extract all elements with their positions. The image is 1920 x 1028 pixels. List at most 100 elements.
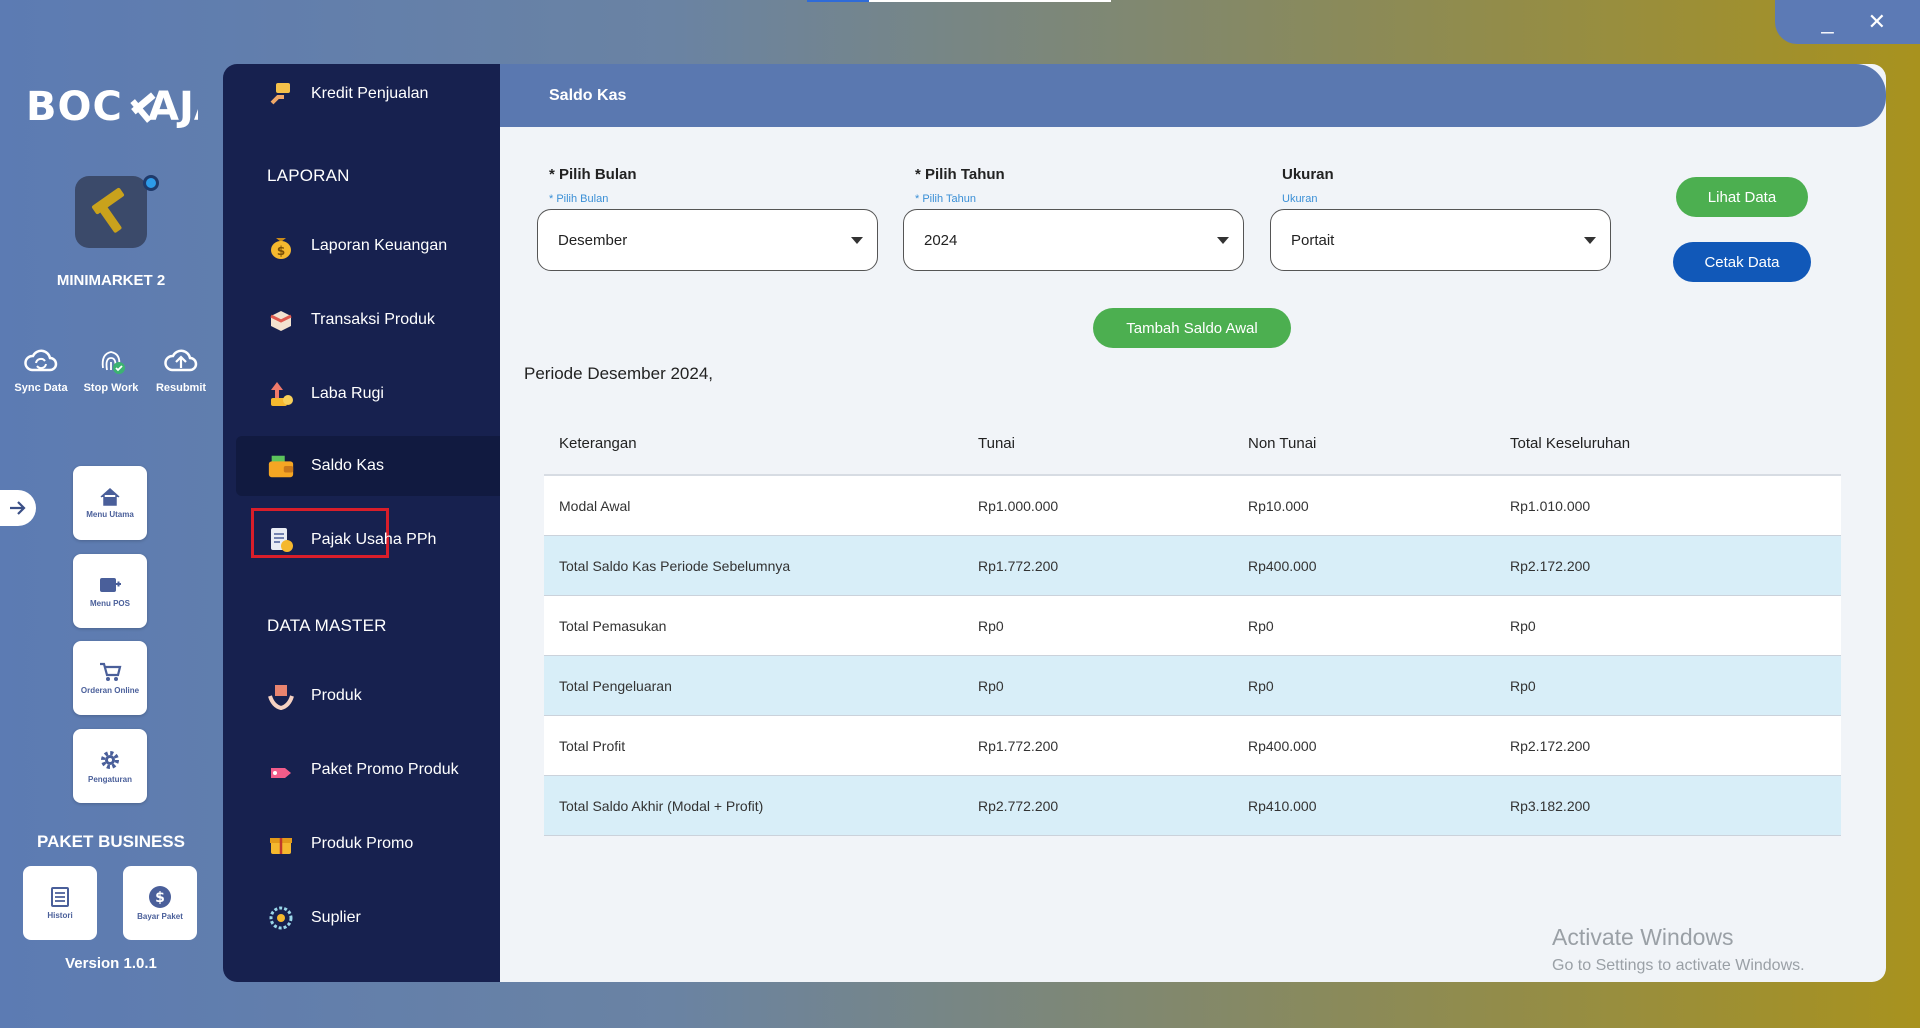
- sidebar-item-suplier[interactable]: Suplier: [223, 888, 500, 948]
- expand-rail-button[interactable]: [0, 490, 36, 526]
- cell-tunai: Rp2.772.200: [978, 797, 1059, 814]
- ukuran-hint: Ukuran: [1282, 193, 1318, 205]
- close-button[interactable]: ✕: [1868, 11, 1886, 33]
- sidebar-item-label: Pajak Usaha PPh: [311, 531, 437, 548]
- sidebar-item-label: Transaksi Produk: [311, 311, 435, 328]
- periode-text: Periode Desember 2024,: [524, 364, 714, 383]
- sidebar-item-pajak-usaha[interactable]: Pajak Usaha PPh: [223, 510, 500, 570]
- cell-non-tunai: Rp0: [1248, 677, 1274, 694]
- tahun-hint: * Pilih Tahun: [915, 193, 976, 205]
- rail-actions: Sync Data Stop Work Resubmit: [0, 344, 222, 394]
- cell-tunai: Rp0: [978, 617, 1004, 634]
- section-laporan: LAPORAN: [267, 166, 350, 185]
- loading-indicator: [807, 0, 1111, 2]
- menu-pos-tile[interactable]: Menu POS: [73, 554, 147, 628]
- table-row: Total Saldo Akhir (Modal + Profit) Rp2.7…: [544, 776, 1841, 836]
- sidebar: Kredit Penjualan LAPORAN $ Laporan Keuan…: [223, 64, 500, 982]
- orderan-online-label: Orderan Online: [80, 686, 140, 695]
- sidebar-item-saldo-kas[interactable]: Saldo Kas: [236, 436, 500, 496]
- cell-keterangan: Modal Awal: [559, 497, 631, 514]
- brand-logo: BOC AJA: [26, 84, 198, 130]
- paket-title: PAKET BUSINESS: [37, 832, 185, 851]
- window-controls: _ ✕: [1775, 0, 1920, 44]
- table-row: Total Profit Rp1.772.200 Rp400.000 Rp2.1…: [544, 716, 1841, 776]
- sync-data-button[interactable]: Sync Data: [6, 344, 76, 394]
- histori-label: Histori: [47, 911, 73, 920]
- tambah-saldo-awal-button[interactable]: Tambah Saldo Awal: [1093, 308, 1291, 348]
- sidebar-item-kredit-penjualan[interactable]: Kredit Penjualan: [223, 64, 500, 124]
- cell-total: Rp0: [1510, 617, 1536, 634]
- card-hand-icon: [267, 80, 295, 108]
- tahun-label: * Pilih Tahun: [915, 166, 1005, 183]
- cell-non-tunai: Rp0: [1248, 617, 1274, 634]
- bulan-label: * Pilih Bulan: [549, 166, 637, 183]
- header-keterangan: Keterangan: [559, 434, 637, 452]
- cell-keterangan: Total Saldo Kas Periode Sebelumnya: [559, 557, 791, 574]
- sidebar-item-label: Paket Promo Produk: [311, 761, 459, 778]
- sidebar-item-label: Laba Rugi: [311, 385, 384, 402]
- svg-text:$: $: [277, 244, 285, 258]
- menu-utama-tile[interactable]: Menu Utama: [73, 466, 147, 540]
- resubmit-label: Resubmit: [155, 382, 207, 394]
- home-icon: [100, 487, 120, 506]
- money-bag-icon: $: [267, 232, 295, 260]
- sidebar-item-laporan-keuangan[interactable]: $ Laporan Keuangan: [223, 216, 500, 276]
- ukuran-value: Portait: [1291, 231, 1335, 249]
- resubmit-button[interactable]: Resubmit: [146, 344, 216, 394]
- tahun-value: 2024: [924, 231, 958, 249]
- sidebar-item-transaksi-produk[interactable]: Transaksi Produk: [223, 290, 500, 350]
- cell-total: Rp1.010.000: [1510, 497, 1591, 514]
- stop-work-button[interactable]: Stop Work: [76, 344, 146, 394]
- header-tunai: Tunai: [978, 434, 1015, 452]
- cell-total: Rp3.182.200: [1510, 797, 1591, 814]
- menu-utama-label: Menu Utama: [86, 510, 134, 519]
- histori-tile[interactable]: Histori: [23, 866, 97, 940]
- wallet-icon: [267, 452, 295, 480]
- watermark-subtitle: Go to Settings to activate Windows.: [1552, 957, 1805, 974]
- table-row: Modal Awal Rp1.000.000 Rp10.000 Rp1.010.…: [544, 476, 1841, 536]
- cell-tunai: Rp1.772.200: [978, 557, 1059, 574]
- pengaturan-tile[interactable]: Pengaturan: [73, 729, 147, 803]
- cell-keterangan: Total Profit: [559, 737, 626, 754]
- box-icon: [267, 306, 295, 334]
- bulan-value: Desember: [558, 231, 628, 249]
- cell-tunai: Rp0: [978, 677, 1004, 694]
- bayar-paket-tile[interactable]: $ Bayar Paket: [123, 866, 197, 940]
- ukuran-select[interactable]: Portait: [1270, 209, 1611, 271]
- supplier-icon: [267, 904, 295, 932]
- dollar-icon: $: [149, 886, 171, 908]
- cell-keterangan: Total Pengeluaran: [559, 677, 672, 694]
- bulan-hint: * Pilih Bulan: [549, 193, 609, 205]
- chevron-down-icon: [851, 237, 863, 244]
- minimize-button[interactable]: _: [1821, 11, 1833, 33]
- cell-non-tunai: Rp10.000: [1248, 497, 1309, 514]
- cell-non-tunai: Rp410.000: [1248, 797, 1317, 814]
- bulan-select[interactable]: Desember: [537, 209, 878, 271]
- chevron-down-icon: [1217, 237, 1229, 244]
- table-row: Total Pengeluaran Rp0 Rp0 Rp0: [544, 656, 1841, 716]
- cetak-data-button[interactable]: Cetak Data: [1673, 242, 1811, 282]
- sidebar-item-laba-rugi[interactable]: Laba Rugi: [223, 364, 500, 424]
- sync-data-label: Sync Data: [14, 382, 68, 394]
- sidebar-item-label: Produk: [311, 687, 362, 704]
- sidebar-item-label: Saldo Kas: [311, 457, 384, 474]
- section-data-master: DATA MASTER: [267, 616, 387, 635]
- orderan-online-tile[interactable]: Orderan Online: [73, 641, 147, 715]
- sidebar-item-produk[interactable]: Produk: [223, 666, 500, 726]
- sidebar-item-produk-promo[interactable]: Produk Promo: [223, 814, 500, 874]
- tahun-select[interactable]: 2024: [903, 209, 1244, 271]
- gift-box-icon: [267, 830, 295, 858]
- cell-total: Rp2.172.200: [1510, 557, 1591, 574]
- sidebar-item-paket-promo[interactable]: Paket Promo Produk: [223, 740, 500, 800]
- ukuran-label: Ukuran: [1282, 166, 1334, 183]
- watermark-title: Activate Windows: [1552, 924, 1734, 950]
- svg-text:AJA: AJA: [148, 84, 198, 130]
- lihat-data-button[interactable]: Lihat Data: [1676, 177, 1808, 217]
- sidebar-item-label: Kredit Penjualan: [311, 85, 429, 102]
- cell-total: Rp0: [1510, 677, 1536, 694]
- table-header: Keterangan Tunai Non Tunai Total Keselur…: [544, 412, 1841, 476]
- cart-icon: [100, 662, 122, 681]
- store-name: MINIMARKET 2: [56, 272, 166, 289]
- sidebar-item-label: Laporan Keuangan: [311, 237, 448, 254]
- fingerprint-icon: [101, 351, 125, 374]
